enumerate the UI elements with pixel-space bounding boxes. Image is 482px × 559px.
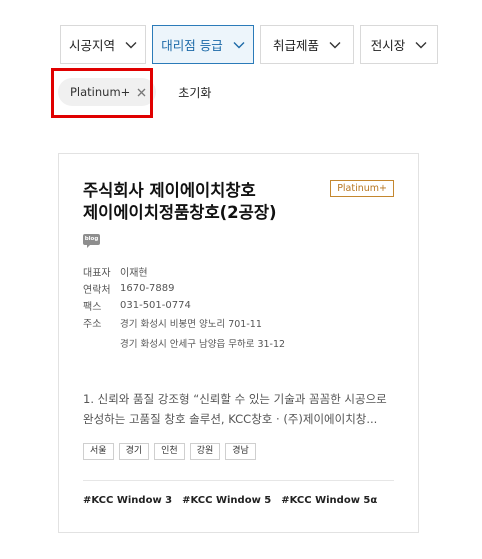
selected-filter-chip: Platinum+ [58,78,157,106]
region-tag: 경기 [118,443,150,460]
hashtag: #KCC Window 5α [281,495,378,506]
chevron-down-icon [329,41,341,48]
info-value: 031-501-0774 [120,300,191,311]
close-icon[interactable] [137,88,146,97]
info-row-address: 주소 경기 화성시 비봉면 양노리 701-11 [83,314,285,331]
selected-filters: Platinum+ 초기화 [58,78,211,106]
filter-products-dropdown[interactable]: 취급제품 [260,25,354,64]
region-tag: 강원 [189,443,221,460]
reset-filters-button[interactable]: 초기화 [178,84,211,101]
region-tag: 경남 [225,443,256,460]
product-hashtags: #KCC Window 3 #KCC Window 5 #KCC Window … [83,495,377,506]
info-label: 주소 [83,319,102,330]
dealer-description: 1. 신뢰와 품질 강조형 “신뢰할 수 있는 기술과 꼼꼼한 시공으로 완성하… [83,392,387,426]
info-label: 연락처 [83,285,111,296]
region-tags: 서울 경기 인천 강원 경남 [83,443,256,460]
info-row-address-2: 경기 화성시 안세구 남양읍 무하로 31-12 [83,334,285,351]
info-value: 경기 화성시 비봉면 양노리 701-11 [120,318,262,330]
hashtag: #KCC Window 3 [83,495,173,506]
chevron-down-icon [415,41,427,48]
info-value: 경기 화성시 안세구 남양읍 무하로 31-12 [120,338,286,350]
dealer-card[interactable]: 주식회사 제이에이치창호 제이에이치정품창호(2공장) Platinum+ bl… [58,153,419,533]
dealer-name-line2: 제이에이치정품창호(2공장) [83,203,277,222]
divider [83,480,394,481]
region-tag: 인천 [154,443,185,460]
filter-products-label: 취급제품 [272,38,319,53]
grade-badge: Platinum+ [330,180,394,197]
info-value: 1670-7889 [120,283,175,294]
chevron-down-icon [233,41,245,48]
filter-showroom-dropdown[interactable]: 전시장 [360,25,438,64]
info-value: 이재현 [120,268,148,279]
hashtag: #KCC Window 5 [182,495,272,506]
dealer-name-line1: 주식회사 제이에이치창호 [83,181,256,200]
filter-region-dropdown[interactable]: 시공지역 [60,25,146,64]
chevron-down-icon [125,41,137,48]
filter-dealer-grade-dropdown[interactable]: 대리점 등급 [152,25,254,64]
filter-bar: 시공지역 대리점 등급 취급제품 전시장 [60,25,438,64]
info-row-fax: 팩스 031-501-0774 [83,297,285,314]
info-row-phone: 연락처 1670-7889 [83,280,285,297]
info-label: 대표자 [83,268,111,279]
info-label: 팩스 [83,302,102,313]
info-row-rep: 대표자 이재현 [83,263,285,280]
blog-icon[interactable]: blog [83,234,100,248]
dealer-name: 주식회사 제이에이치창호 제이에이치정품창호(2공장) [83,180,313,224]
filter-dealer-grade-label: 대리점 등급 [161,38,223,53]
dealer-info: 대표자 이재현 연락처 1670-7889 팩스 031-501-0774 주소… [83,263,285,351]
region-tag: 서울 [83,443,114,460]
chip-label: Platinum+ [70,85,131,99]
filter-region-label: 시공지역 [68,38,115,53]
filter-showroom-label: 전시장 [370,38,406,53]
